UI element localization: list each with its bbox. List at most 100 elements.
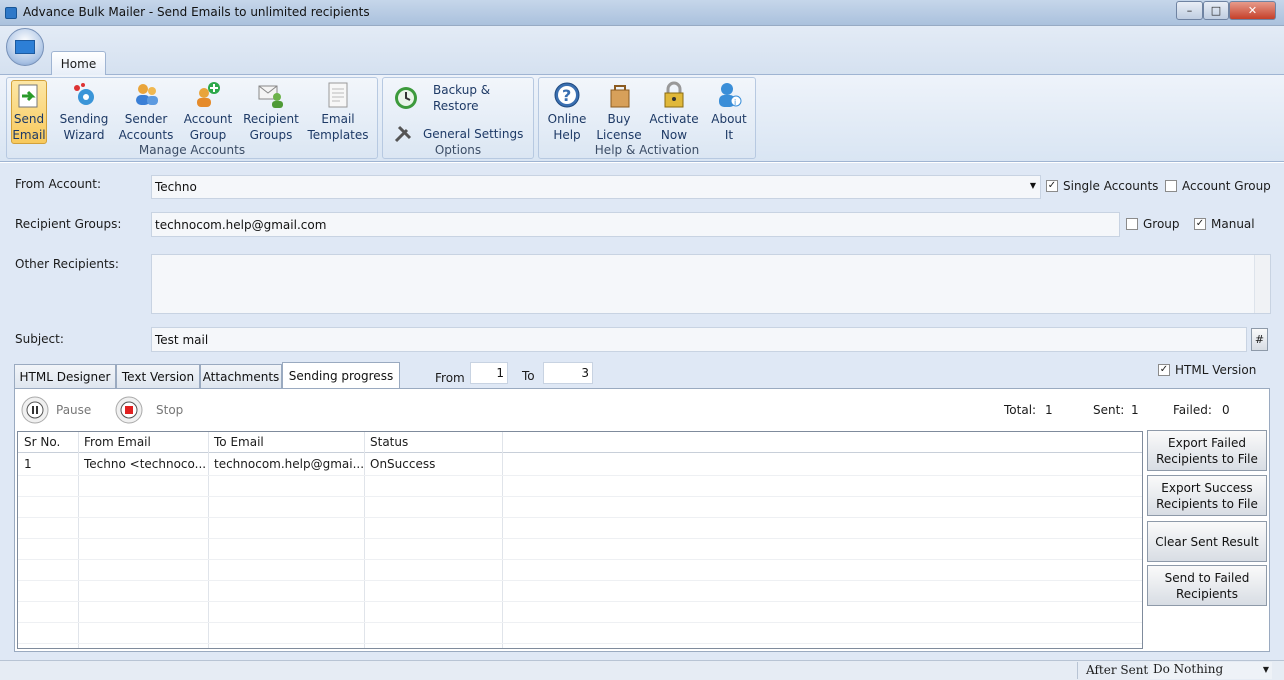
group-checkbox[interactable]: Group (1126, 217, 1180, 231)
recipient-group-icon (257, 81, 285, 109)
ribbon-label: Restore (433, 99, 479, 113)
after-sent-select[interactable]: Do Nothing ▼ (1150, 662, 1272, 679)
ribbon-label: Buy (607, 112, 631, 126)
checkbox-label: Manual (1211, 217, 1255, 231)
maximize-button[interactable]: □ (1203, 1, 1229, 20)
subject-input[interactable]: Test mail (151, 327, 1247, 352)
app-menu-orb[interactable] (6, 28, 44, 66)
buy-license-button[interactable]: Buy License (596, 80, 642, 144)
dropdown-arrow-icon[interactable]: ▼ (1030, 181, 1036, 190)
tab-text-version[interactable]: Text Version (116, 364, 200, 388)
checkbox-checked[interactable]: ✓ (1046, 180, 1058, 192)
from-account-select[interactable]: Techno ▼ (151, 175, 1041, 199)
checkbox-checked[interactable]: ✓ (1194, 218, 1206, 230)
results-grid[interactable]: Sr No. From Email To Email Status 1 Tech… (17, 431, 1143, 649)
tab-html-designer[interactable]: HTML Designer (14, 364, 116, 388)
about-button[interactable]: i About It (707, 80, 751, 144)
title-bar: Advance Bulk Mailer - Send Emails to unl… (0, 0, 1284, 26)
close-button[interactable]: ✕ (1229, 1, 1276, 20)
column-header-status[interactable]: Status (364, 432, 502, 453)
column-header-from[interactable]: From Email (78, 432, 208, 453)
stop-button[interactable]: Stop (115, 396, 183, 424)
button-line: Recipients to File (1156, 496, 1258, 511)
sent-label: Sent: (1093, 403, 1125, 417)
minimize-button[interactable]: – (1176, 1, 1203, 20)
textarea-scrollbar[interactable] (1254, 255, 1270, 313)
ribbon-label: Help (553, 128, 581, 142)
template-icon (324, 81, 352, 109)
button-line: Recipients (1175, 586, 1238, 601)
export-success-button[interactable]: Export Success Recipients to File (1147, 475, 1267, 516)
export-failed-button[interactable]: Export Failed Recipients to File (1147, 430, 1267, 471)
group-label: Options (434, 143, 482, 157)
group-label: Manage Accounts (138, 143, 246, 157)
export-failed-label: Export Failed Recipients to File (1156, 435, 1258, 467)
total-label: Total: (1004, 403, 1037, 417)
cell-status: OnSuccess (370, 457, 436, 471)
tab-home[interactable]: Home (51, 51, 106, 75)
sending-wizard-button[interactable]: Sending Wizard (59, 80, 109, 144)
email-templates-button[interactable]: Email Templates (308, 80, 369, 144)
stop-icon (115, 396, 143, 424)
account-group-checkbox[interactable]: Account Group (1165, 179, 1271, 193)
from-range-input[interactable]: 1 (470, 362, 508, 384)
info-user-icon: i (715, 81, 743, 109)
single-accounts-checkbox[interactable]: ✓ Single Accounts (1046, 179, 1158, 193)
pause-button[interactable]: Pause (21, 396, 91, 424)
account-group-button[interactable]: Account Group (183, 80, 233, 144)
svg-text:i: i (734, 98, 736, 107)
send-to-failed-button[interactable]: Send to Failed Recipients (1147, 565, 1267, 606)
sent-value: 1 (1131, 403, 1139, 417)
ribbon-label: Activate (649, 112, 699, 126)
clear-sent-result-button[interactable]: Clear Sent Result (1147, 521, 1267, 562)
tab-sending-progress[interactable]: Sending progress (282, 362, 400, 389)
cell-sr: 1 (24, 457, 32, 471)
help-icon: ? (553, 81, 581, 109)
html-version-checkbox[interactable]: ✓ HTML Version (1158, 363, 1256, 377)
group-manage-accounts: Send Email Sending Wizard Sender Account… (6, 77, 378, 159)
recipient-value: technocom.help@gmail.com (155, 217, 327, 232)
pause-label: Pause (56, 403, 92, 417)
manual-checkbox[interactable]: ✓ Manual (1194, 217, 1255, 231)
checkbox-label: Account Group (1182, 179, 1271, 193)
column-header-to[interactable]: To Email (208, 432, 364, 453)
lock-icon (660, 81, 688, 109)
column-header-sr[interactable]: Sr No. (18, 432, 78, 453)
table-row[interactable]: 1 Techno <technoco... technocom.help@gma… (18, 454, 1142, 475)
window-title: Advance Bulk Mailer - Send Emails to unl… (23, 5, 370, 19)
activate-now-button[interactable]: Activate Now (649, 80, 699, 144)
to-range-input[interactable]: 3 (543, 362, 593, 384)
other-recipients-label: Other Recipients: (15, 257, 119, 271)
send-email-button[interactable]: Send Email (11, 80, 47, 144)
backup-restore-button[interactable]: Backup & Restore (393, 82, 523, 114)
ribbon-label: Now (660, 128, 688, 142)
stop-label: Stop (156, 403, 184, 417)
recipient-groups-input[interactable]: technocom.help@gmail.com (151, 212, 1120, 237)
backup-clock-icon (393, 85, 419, 111)
ribbon-label: Email (12, 128, 46, 142)
sending-progress-panel: Pause Stop Total: 1 Sent: 1 Failed: 0 Sr… (14, 388, 1270, 652)
ribbon-label: Send (13, 112, 45, 126)
tools-icon (393, 124, 413, 144)
send-to-failed-label: Send to Failed Recipients (1165, 570, 1250, 602)
from-range-label: From (435, 371, 465, 385)
shopping-bag-icon (605, 81, 633, 109)
from-account-label: From Account: (15, 177, 102, 191)
dropdown-arrow-icon[interactable]: ▼ (1263, 665, 1269, 674)
online-help-button[interactable]: ? Online Help (545, 80, 589, 144)
ribbon-label: Backup & (433, 83, 491, 97)
checkbox-label: HTML Version (1175, 363, 1257, 377)
other-recipients-textarea[interactable] (151, 254, 1271, 314)
recipient-groups-button[interactable]: Recipient Groups (243, 80, 299, 144)
envelope-icon (15, 40, 35, 54)
sender-accounts-button[interactable]: Sender Accounts (119, 80, 173, 144)
ribbon-label: Wizard (63, 128, 105, 142)
checkbox-unchecked[interactable] (1165, 180, 1177, 192)
general-settings-button[interactable]: General Settings (393, 124, 533, 144)
tab-attachments[interactable]: Attachments (200, 364, 282, 388)
failed-label: Failed: (1173, 403, 1212, 417)
checkbox-checked[interactable]: ✓ (1158, 364, 1170, 376)
subject-macro-button[interactable]: # (1251, 328, 1268, 351)
grid-header: Sr No. From Email To Email Status (18, 432, 1142, 453)
checkbox-unchecked[interactable] (1126, 218, 1138, 230)
